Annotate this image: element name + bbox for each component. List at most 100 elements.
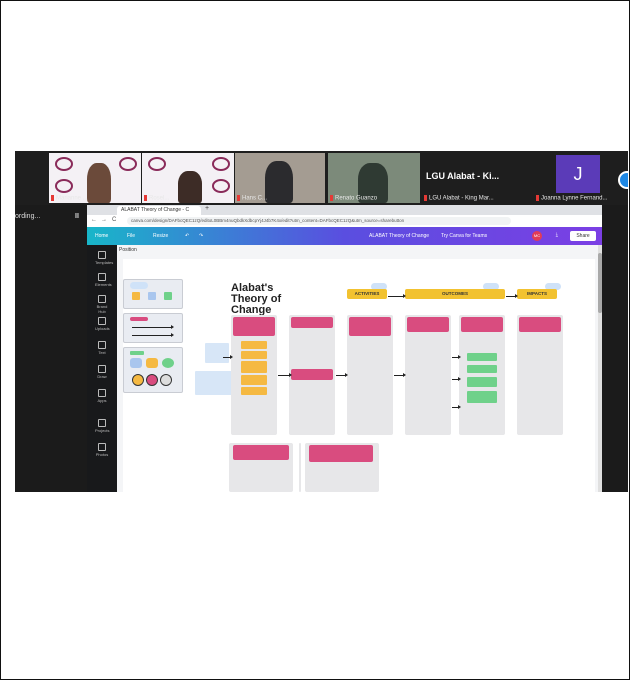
orange-note[interactable] (241, 375, 267, 385)
pink-card[interactable] (291, 369, 333, 380)
templates-icon (98, 251, 106, 259)
participant-tile[interactable]: Rosel... (142, 153, 234, 203)
participant-name: Renato Guanzo (330, 195, 377, 202)
outcomes-header[interactable]: OUTCOMES (405, 289, 505, 299)
muted-mic-icon (51, 195, 54, 202)
recording-panel (15, 205, 87, 492)
apps-icon (98, 389, 106, 397)
design-page[interactable]: Alabat's Theory of Change ACTIVITIES OUT… (123, 259, 595, 492)
back-icon[interactable]: ← (91, 217, 97, 223)
try-teams-button[interactable]: Try Canva for Teams (441, 233, 487, 239)
orange-note[interactable] (241, 341, 267, 349)
muted-mic-icon (536, 195, 539, 202)
browser-tab[interactable]: ALABAT Theory of Change - C (117, 206, 201, 215)
elements-tool[interactable]: Elements (95, 273, 112, 287)
pink-card[interactable] (291, 317, 333, 328)
muted-mic-icon (237, 195, 240, 202)
diagram-column[interactable] (405, 315, 451, 435)
participant-name: Joanna Lynne Fernand... (536, 195, 608, 202)
participant-strip: Marianne ... Rosel... Hans C... Renato G… (15, 151, 628, 205)
green-note[interactable] (467, 391, 497, 403)
legend-card[interactable] (123, 279, 183, 309)
share-button[interactable]: Share (570, 231, 596, 241)
url-field[interactable]: canva.com/design/DAFbcQEC1zQ/editoL0BBm4… (127, 217, 511, 225)
browser-tab-bar: ALABAT Theory of Change - C + (87, 205, 602, 215)
flow-arrow (506, 294, 518, 298)
participant-tile[interactable]: Marianne ... (49, 153, 141, 203)
green-note[interactable] (467, 353, 497, 361)
orange-note[interactable] (241, 351, 267, 359)
pause-recording-button[interactable]: II (75, 213, 79, 220)
orange-note[interactable] (241, 361, 267, 373)
forward-icon[interactable]: → (101, 217, 107, 223)
draw-tool[interactable]: Draw (95, 365, 109, 379)
templates-tool[interactable]: Templates (95, 251, 113, 265)
pink-card[interactable] (461, 317, 503, 332)
undo-icon[interactable]: ↶ (185, 233, 189, 239)
participant-avatar: J (556, 155, 600, 193)
photos-icon (98, 443, 106, 451)
diagram-column[interactable] (517, 315, 563, 435)
uploads-tool[interactable]: Uploads (95, 317, 110, 331)
diagram-column[interactable] (459, 315, 505, 435)
pink-card[interactable] (309, 445, 373, 462)
pink-card[interactable] (233, 445, 289, 460)
recording-status: ording... (15, 213, 41, 220)
home-link[interactable]: Home (95, 233, 108, 239)
flow-arrow (394, 373, 406, 377)
tool-rail: Templates Elements Brand Hub Uploads Tex… (87, 245, 117, 492)
pink-card[interactable] (233, 317, 275, 336)
divider (299, 443, 301, 492)
apps-tool[interactable]: Apps (95, 389, 109, 403)
muted-mic-icon (330, 195, 333, 202)
participant-tile[interactable]: LGU Alabat - Ki... LGU Alabat - King Mar… (422, 153, 532, 203)
flow-arrow (452, 355, 461, 359)
pink-card[interactable] (519, 317, 561, 332)
uploads-icon (98, 317, 106, 325)
flow-arrow (388, 294, 406, 298)
new-tab-button[interactable]: + (205, 205, 209, 212)
pink-card[interactable] (349, 317, 391, 336)
legend-card[interactable] (123, 313, 183, 343)
zoom-meeting-window: Marianne ... Rosel... Hans C... Renato G… (15, 151, 628, 492)
diagram-title[interactable]: Alabat's Theory of Change (231, 283, 321, 316)
canva-top-bar: Home File Resize ↶ ↷ ALABAT Theory of Ch… (87, 227, 602, 245)
flow-arrow (452, 405, 461, 409)
resize-button[interactable]: Resize (153, 233, 168, 239)
participant-display-name: LGU Alabat - Ki... (426, 171, 500, 181)
participant-tile[interactable]: J Joanna Lynne Fernand... (534, 153, 626, 203)
note-card[interactable] (195, 371, 235, 395)
orange-note[interactable] (241, 387, 267, 395)
activities-header[interactable]: ACTIVITIES (347, 289, 387, 299)
position-label[interactable]: Position (119, 247, 137, 253)
participant-name: Rosel... (144, 195, 169, 202)
projects-icon (98, 419, 106, 427)
participant-tile[interactable]: Renato Guanzo (328, 153, 420, 203)
file-menu[interactable]: File (127, 233, 135, 239)
redo-icon[interactable]: ↷ (199, 233, 203, 239)
pink-card[interactable] (407, 317, 449, 332)
note-card[interactable] (205, 343, 229, 363)
green-note[interactable] (467, 377, 497, 387)
reload-icon[interactable]: C (112, 217, 116, 223)
photos-tool[interactable]: Photos (95, 443, 109, 457)
user-avatar[interactable]: MC (532, 231, 542, 241)
flow-arrow (336, 373, 348, 377)
legend-card[interactable] (123, 347, 183, 393)
design-canvas[interactable]: Position Alabat's Theory of Change ACTIV… (117, 245, 602, 492)
participant-name: LGU Alabat - King Mar... (424, 195, 494, 202)
text-icon (98, 341, 106, 349)
participant-video (178, 171, 202, 203)
download-icon[interactable]: ⤓ (556, 232, 558, 238)
participant-tile[interactable]: Hans C... (235, 153, 325, 203)
text-tool[interactable]: Text (95, 341, 109, 355)
flow-arrow (452, 377, 461, 381)
elements-icon (98, 273, 106, 281)
projects-tool[interactable]: Projects (95, 419, 109, 433)
green-note[interactable] (467, 365, 497, 373)
canva-editor: Templates Elements Brand Hub Uploads Tex… (87, 245, 602, 492)
draw-icon (98, 365, 106, 373)
brand-tool[interactable]: Brand Hub (95, 295, 109, 314)
impacts-header[interactable]: IMPACTS (517, 289, 557, 299)
document-title[interactable]: ALABAT Theory of Change (369, 233, 429, 239)
